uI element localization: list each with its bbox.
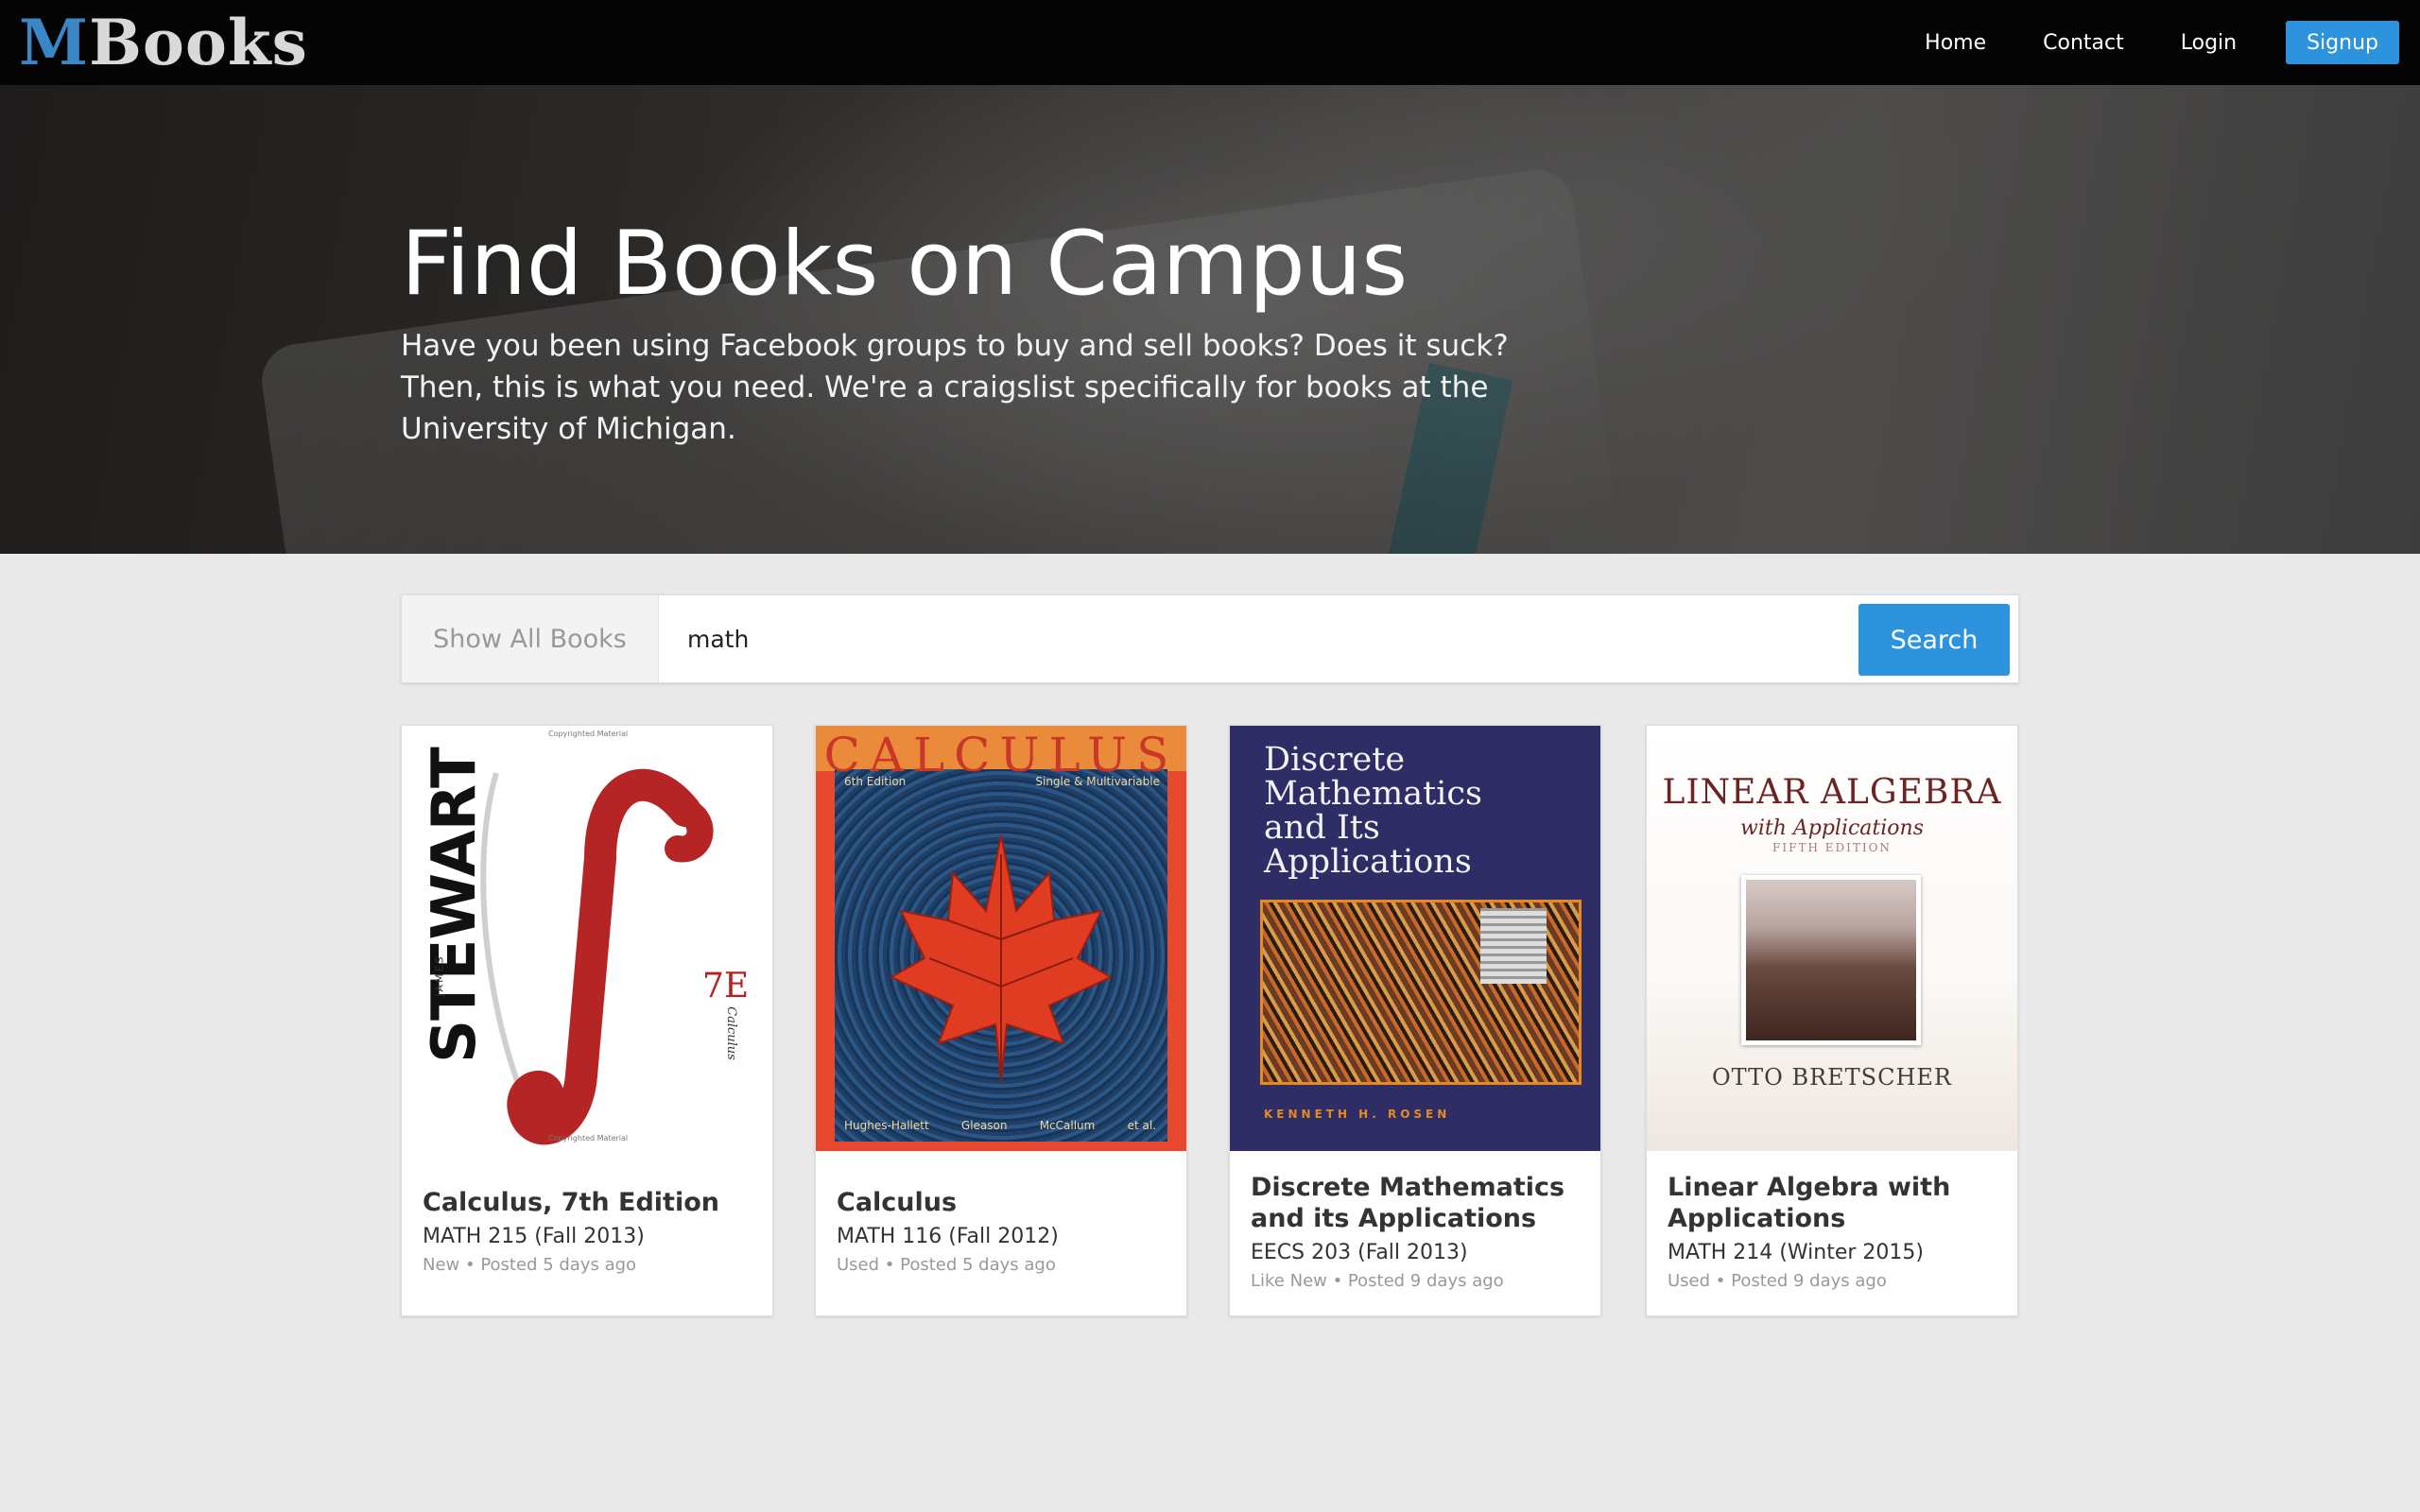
book-card[interactable]: LINEAR ALGEBRA with Applications FIFTH E… [1646, 725, 2018, 1316]
hero-title: Find Books on Campus [401, 213, 1409, 316]
book-card[interactable]: Discrete Mathematics and Its Application… [1229, 725, 1601, 1316]
book-card[interactable]: CALCULUS 6th Edition Single & Multivaria… [815, 725, 1187, 1316]
mbooks-logo[interactable]: M Books [19, 6, 308, 79]
cover-edition: FIFTH EDITION [1772, 841, 1892, 854]
book-card-body: Calculus, 7th Edition MATH 215 (Fall 201… [423, 1187, 755, 1277]
logo-books: Books [89, 6, 308, 79]
cover-author: KENNETH H. ROSEN [1264, 1108, 1451, 1121]
cover-title-line: Applications [1264, 843, 1472, 881]
cover-copyright-bottom: Copyrighted Material [548, 1134, 629, 1143]
cover-title: LINEAR ALGEBRA [1662, 773, 2002, 812]
book-card-body: Linear Algebra with Applications MATH 21… [1668, 1172, 2000, 1293]
cover-edition: 7E [702, 967, 750, 1005]
book-grid: Copyrighted Material STEWART JAMES 7E Ca… [401, 725, 2019, 1316]
maple-leaf-art [889, 834, 1114, 1082]
cover-title: Discrete Mathematics and Its Application… [1264, 743, 1482, 879]
hero-overlay [0, 85, 2420, 554]
book-title[interactable]: Calculus [837, 1187, 1169, 1218]
search-input[interactable] [659, 595, 1858, 682]
book-course: EECS 203 (Fall 2013) [1251, 1241, 1468, 1264]
cover-title-line: Discrete [1264, 741, 1406, 779]
book-title[interactable]: Calculus, 7th Edition [423, 1187, 755, 1218]
cover-title-line: Mathematics [1264, 775, 1482, 813]
book-cover-image[interactable]: Copyrighted Material STEWART JAMES 7E Ca… [402, 726, 772, 1151]
show-all-books-button[interactable]: Show All Books [402, 595, 659, 682]
cover-author: McCallum [1039, 1119, 1096, 1132]
book-meta: Like New • Posted 9 days ago [1251, 1271, 1504, 1291]
book-meta: New • Posted 5 days ago [423, 1255, 637, 1275]
navbar: M Books Home Contact Login Signup [0, 0, 2420, 85]
cover-artwork [1260, 900, 1582, 1085]
cover-authors: Hughes-Hallett Gleason McCallum et al. [844, 1119, 1156, 1132]
cover-photo [1741, 875, 1921, 1045]
cover-edition: 6th Edition [844, 775, 907, 788]
cover-variant: Single & Multivariable [1035, 775, 1160, 788]
book-card[interactable]: Copyrighted Material STEWART JAMES 7E Ca… [401, 725, 773, 1316]
book-course: MATH 214 (Winter 2015) [1668, 1241, 1924, 1264]
book-cover-image[interactable]: LINEAR ALGEBRA with Applications FIFTH E… [1647, 726, 2017, 1151]
book-cover-image[interactable]: CALCULUS 6th Edition Single & Multivaria… [816, 726, 1186, 1151]
cover-copyright-top: Copyrighted Material [548, 730, 629, 738]
book-meta: Used • Posted 9 days ago [1668, 1271, 1887, 1291]
book-meta: Used • Posted 5 days ago [837, 1255, 1056, 1275]
book-card-body: Calculus MATH 116 (Fall 2012) Used • Pos… [837, 1187, 1169, 1277]
book-title[interactable]: Discrete Mathematics and its Application… [1251, 1172, 1583, 1234]
cover-wood-panel [835, 769, 1167, 1142]
cover-title-line: and Its [1264, 809, 1380, 847]
integral-sign-art [480, 768, 714, 1145]
search-button[interactable]: Search [1858, 604, 2010, 676]
signup-button[interactable]: Signup [2286, 21, 2399, 64]
book-cover-image[interactable]: Discrete Mathematics and Its Application… [1230, 726, 1600, 1151]
cover-author: STEWART [420, 747, 490, 1063]
nav-home-link[interactable]: Home [1925, 31, 1986, 55]
cover-subtitle: with Applications [1739, 816, 1924, 840]
hero-banner: Find Books on Campus Have you been using… [0, 85, 2420, 554]
hero-subtitle: Have you been using Facebook groups to b… [401, 329, 1509, 446]
cover-artwork-window [1480, 908, 1547, 984]
cover-author: OTTO BRETSCHER [1712, 1064, 1952, 1091]
cover-subtitle: Calculus [723, 1006, 738, 1060]
book-course: MATH 215 (Fall 2013) [423, 1225, 645, 1248]
book-card-body: Discrete Mathematics and its Application… [1251, 1172, 1583, 1293]
cover-author: et al. [1127, 1119, 1156, 1132]
nav-contact-link[interactable]: Contact [2043, 31, 2124, 55]
cover-author: Gleason [960, 1119, 1008, 1132]
cover-author-first: JAMES [433, 954, 446, 997]
book-course: MATH 116 (Fall 2012) [837, 1225, 1059, 1248]
search-bar: Show All Books Search [401, 594, 2019, 683]
nav-links: Home Contact Login Signup [1868, 21, 2399, 64]
book-title[interactable]: Linear Algebra with Applications [1668, 1172, 2000, 1234]
cover-author: Hughes-Hallett [844, 1119, 929, 1132]
logo-m: M [19, 6, 90, 79]
nav-login-link[interactable]: Login [2181, 31, 2237, 55]
